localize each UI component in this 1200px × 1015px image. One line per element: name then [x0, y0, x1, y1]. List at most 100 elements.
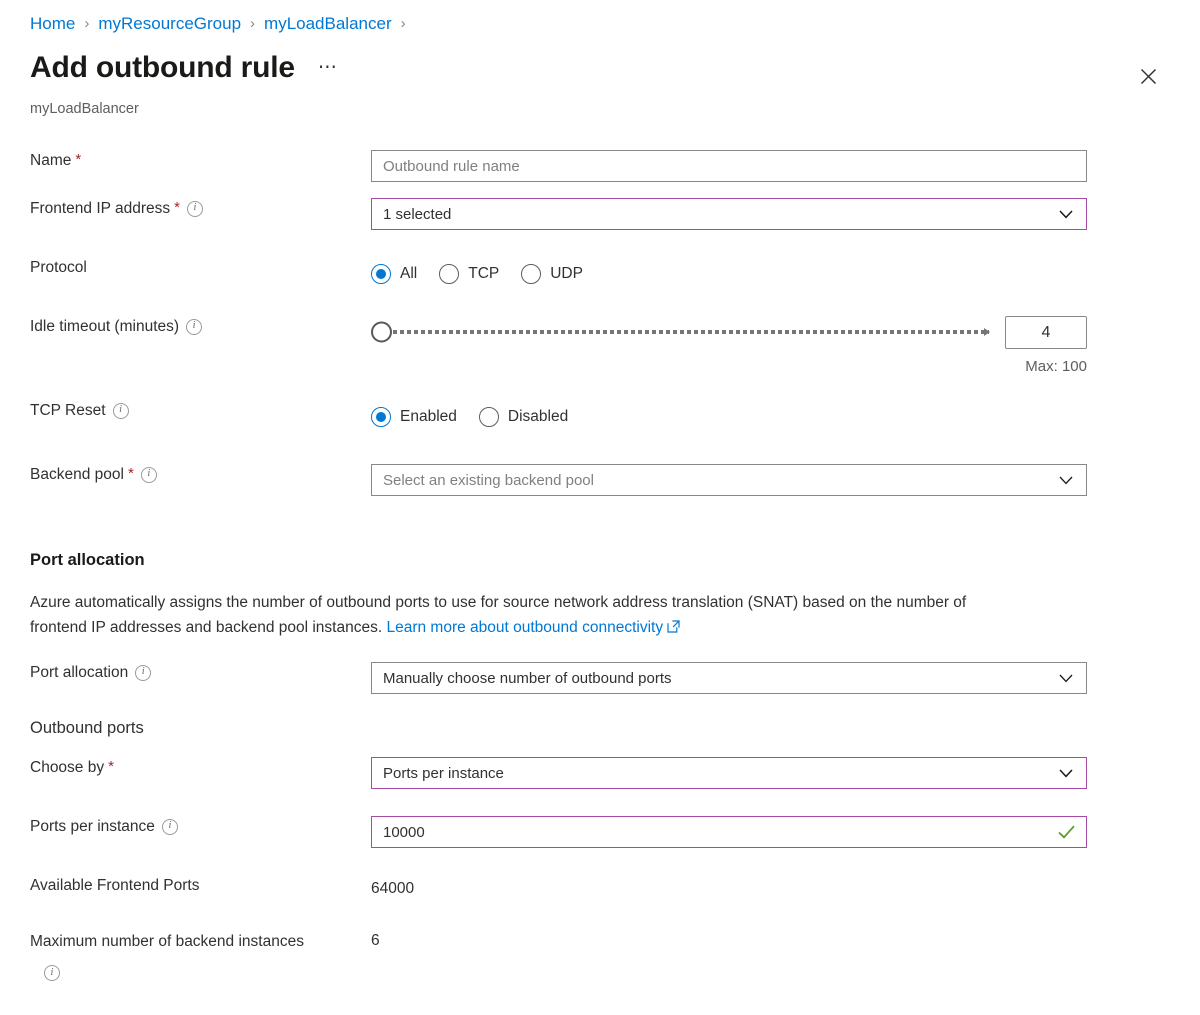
radio-selected-icon	[371, 406, 391, 427]
label-protocol: Protocol	[0, 257, 371, 278]
protocol-radio-group: All TCP UDP	[371, 257, 583, 289]
radio-selected-icon	[371, 263, 391, 284]
idle-timeout-max-label: Max: 100	[1025, 358, 1087, 375]
label-frontend-ip-text: Frontend IP address	[30, 200, 171, 217]
breadcrumb-separator: ›	[400, 15, 406, 32]
label-idle-timeout: Idle timeout (minutes) i	[0, 316, 371, 337]
protocol-radio-udp[interactable]: UDP	[521, 263, 583, 284]
chevron-down-icon	[1057, 768, 1075, 778]
idle-timeout-value: 4	[1041, 323, 1051, 341]
slider-thumb[interactable]	[371, 321, 392, 343]
label-choose-by: Choose by *	[0, 757, 371, 778]
chevron-down-icon	[1057, 476, 1075, 485]
slider-track	[393, 330, 989, 334]
info-icon[interactable]: i	[186, 319, 203, 335]
breadcrumb-item-home[interactable]: Home	[30, 14, 75, 34]
ports-per-instance-input[interactable]: 10000	[371, 816, 1087, 848]
port-allocation-heading: Port allocation	[30, 551, 145, 569]
ports-per-instance-value: 10000	[383, 823, 425, 841]
port-allocation-value: Manually choose number of outbound ports	[383, 669, 672, 687]
label-ports-per-instance-text: Ports per instance	[30, 818, 155, 835]
required-indicator: *	[174, 199, 181, 216]
name-input[interactable]: Outbound rule name	[371, 150, 1087, 182]
frontend-ip-value: 1 selected	[383, 205, 452, 223]
tcp-reset-enabled-label: Enabled	[400, 407, 457, 425]
choose-by-dropdown[interactable]: Ports per instance	[371, 757, 1087, 789]
breadcrumb-separator: ›	[84, 15, 90, 32]
port-allocation-dropdown[interactable]: Manually choose number of outbound ports	[371, 662, 1087, 694]
learn-more-link-label: Learn more about outbound connectivity	[386, 619, 664, 636]
required-indicator: *	[108, 758, 114, 775]
idle-timeout-slider-wrap: 4 Max: 100	[371, 316, 1200, 375]
radio-unselected-icon	[478, 406, 499, 427]
label-max-backend-instances-text: Maximum number of backend instances	[30, 933, 304, 950]
external-link-icon	[667, 616, 680, 641]
row-choose-by: Choose by * Ports per instance	[0, 757, 1200, 816]
page-title: Add outbound rule	[30, 51, 295, 84]
more-options-button[interactable]: ⋯	[314, 58, 342, 77]
idle-timeout-slider[interactable]	[371, 316, 989, 348]
frontend-ip-dropdown[interactable]: 1 selected	[371, 198, 1087, 230]
protocol-radio-all-label: All	[400, 264, 418, 282]
row-port-allocation: Port allocation i Manually choose number…	[0, 662, 1200, 725]
protocol-radio-all[interactable]: All	[371, 263, 418, 284]
row-name: Name * Outbound rule name	[0, 150, 1200, 198]
port-allocation-description: Azure automatically assigns the number o…	[0, 590, 1070, 640]
chevron-down-icon	[1057, 209, 1075, 219]
tcp-reset-radio-enabled[interactable]: Enabled	[371, 406, 457, 427]
breadcrumb-item-load-balancer[interactable]: myLoadBalancer	[264, 14, 392, 34]
page-subtitle: myLoadBalancer	[30, 101, 139, 117]
info-icon[interactable]: i	[135, 665, 152, 681]
tcp-reset-radio-group: Enabled Disabled	[371, 400, 568, 432]
close-button[interactable]	[1132, 60, 1164, 92]
page-header: Add outbound rule ⋯	[30, 49, 342, 87]
row-idle-timeout: Idle timeout (minutes) i 4 Max: 100	[0, 316, 1200, 400]
choose-by-value: Ports per instance	[383, 764, 504, 782]
label-available-frontend-ports-text: Available Frontend Ports	[30, 877, 200, 894]
label-tcp-reset: TCP Reset i	[0, 400, 371, 421]
row-tcp-reset: TCP Reset i Enabled Disabled	[0, 400, 1200, 464]
label-max-backend-instances: Maximum number of backend instances i	[0, 930, 371, 983]
row-ports-per-instance: Ports per instance i 10000	[0, 816, 1200, 875]
label-name-text: Name	[30, 152, 72, 169]
tcp-reset-disabled-label: Disabled	[507, 407, 569, 425]
checkmark-icon	[1057, 825, 1075, 839]
required-indicator: *	[127, 465, 134, 482]
row-max-backend-instances: Maximum number of backend instances i 6	[0, 930, 1200, 990]
info-icon[interactable]: i	[112, 403, 129, 419]
protocol-radio-tcp-label: TCP	[468, 264, 500, 282]
label-tcp-reset-text: TCP Reset	[30, 402, 106, 419]
label-backend-pool-text: Backend pool	[30, 466, 124, 483]
chevron-down-icon	[1057, 674, 1075, 683]
label-port-allocation: Port allocation i	[0, 662, 371, 683]
label-idle-timeout-text: Idle timeout (minutes)	[30, 318, 180, 335]
row-backend-pool: Backend pool * i Select an existing back…	[0, 464, 1200, 534]
name-input-placeholder: Outbound rule name	[383, 157, 520, 175]
info-icon[interactable]: i	[161, 819, 178, 835]
label-choose-by-text: Choose by	[30, 759, 105, 776]
info-icon[interactable]: i	[187, 201, 204, 217]
tcp-reset-radio-disabled[interactable]: Disabled	[478, 406, 569, 427]
info-icon[interactable]: i	[140, 467, 157, 483]
radio-unselected-icon	[521, 263, 542, 284]
protocol-radio-tcp[interactable]: TCP	[439, 263, 500, 284]
label-port-allocation-text: Port allocation	[30, 664, 129, 681]
row-available-frontend-ports: Available Frontend Ports 64000	[0, 875, 1200, 930]
max-backend-instances-value: 6	[371, 932, 380, 949]
backend-pool-placeholder: Select an existing backend pool	[383, 471, 594, 489]
learn-more-link[interactable]: Learn more about outbound connectivity	[386, 619, 680, 636]
breadcrumb: Home › myResourceGroup › myLoadBalancer …	[30, 14, 415, 34]
label-frontend-ip: Frontend IP address * i	[0, 198, 371, 219]
idle-timeout-input[interactable]: 4	[1005, 316, 1087, 349]
label-name: Name *	[0, 150, 371, 171]
label-available-frontend-ports: Available Frontend Ports	[0, 875, 371, 896]
row-frontend-ip: Frontend IP address * i 1 selected	[0, 198, 1200, 257]
label-protocol-text: Protocol	[30, 259, 87, 276]
available-frontend-ports-value: 64000	[371, 880, 415, 897]
close-icon	[1140, 68, 1156, 84]
backend-pool-dropdown[interactable]: Select an existing backend pool	[371, 464, 1087, 496]
info-icon[interactable]: i	[44, 965, 60, 982]
row-protocol: Protocol All TCP UDP	[0, 257, 1200, 316]
breadcrumb-item-resource-group[interactable]: myResourceGroup	[98, 14, 241, 34]
breadcrumb-separator: ›	[250, 15, 256, 32]
